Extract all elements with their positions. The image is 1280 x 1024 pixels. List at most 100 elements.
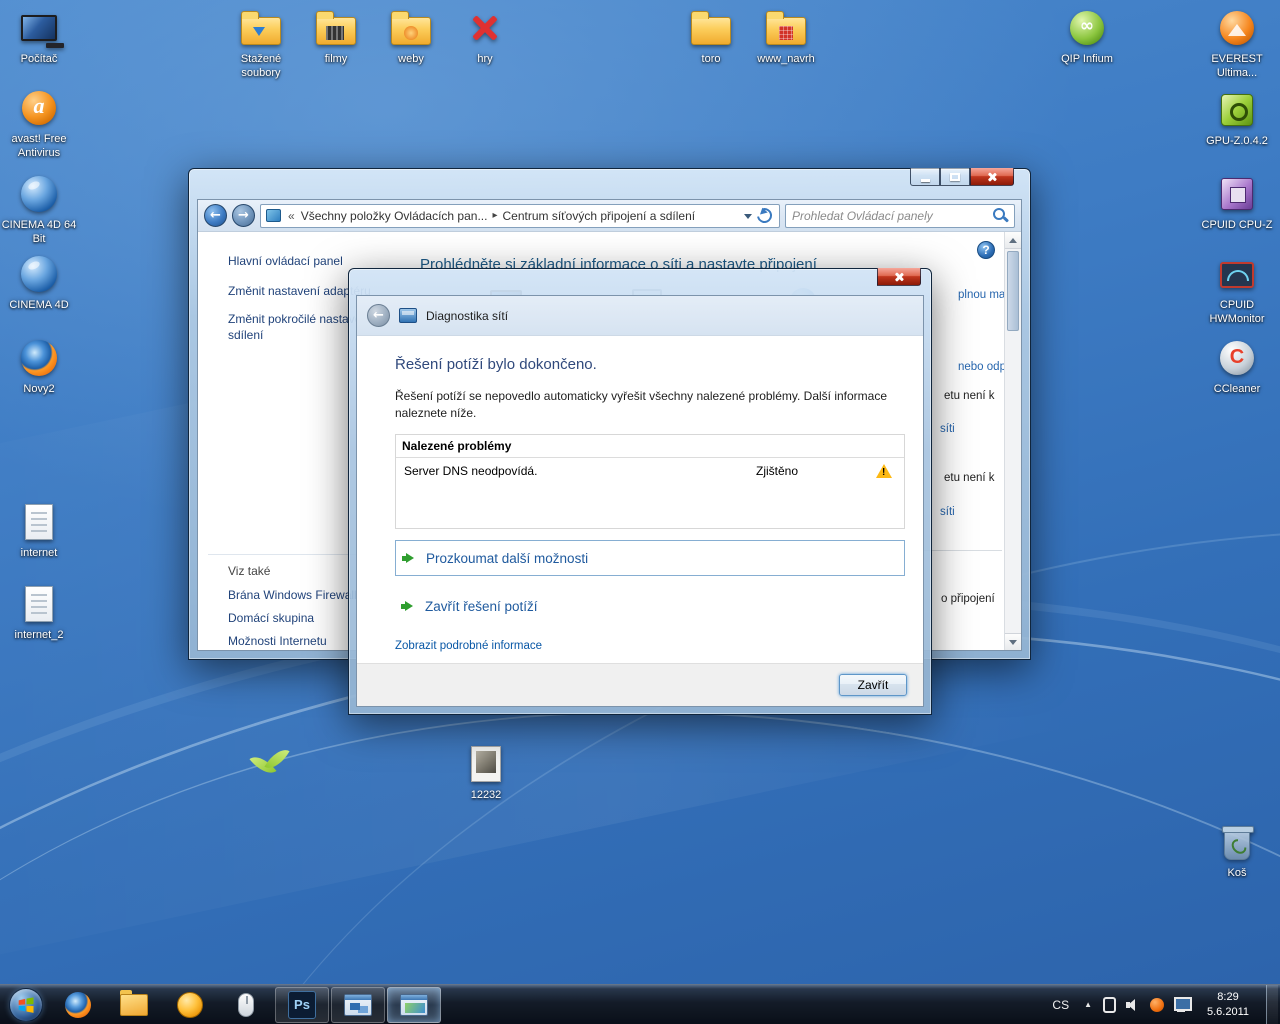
taskbar-button-network-window[interactable]: [331, 987, 385, 1023]
explorer-titlebar[interactable]: [197, 169, 1022, 199]
desktop-icon-label: filmy: [298, 53, 374, 67]
refresh-icon[interactable]: [754, 205, 775, 226]
tray-volume-icon[interactable]: [1126, 998, 1140, 1012]
taskbar-buttons: Ps: [0, 985, 442, 1024]
sidebar-item-control-panel-home[interactable]: Hlavní ovládací panel: [228, 254, 343, 268]
folder-www-icon: [764, 6, 808, 50]
breadcrumb-separator-icon[interactable]: ▸: [490, 210, 499, 221]
breadcrumb-root[interactable]: Všechny položky Ovládacích pan...: [298, 209, 491, 223]
link-fragment-connect-disconnect[interactable]: nebo odpojit: [958, 361, 1004, 373]
taskbar-button-diagnostics-window[interactable]: [387, 987, 441, 1023]
forward-button[interactable]: [232, 204, 255, 227]
close-button[interactable]: [970, 168, 1014, 186]
desktop-icon-cpu-z[interactable]: CPUID CPU-Z: [1199, 172, 1275, 233]
avast-icon: [17, 86, 61, 130]
dialog-back-button[interactable]: ←: [367, 304, 390, 327]
firefox-icon: [17, 336, 61, 380]
network-diagnostics-icon: [399, 308, 417, 323]
breadcrumb-overflow-chevron[interactable]: «: [288, 209, 295, 223]
desktop-icon-everest[interactable]: EVEREST Ultima...: [1199, 6, 1275, 81]
desktop-icon-cinema4d[interactable]: CINEMA 4D: [1, 252, 77, 313]
table-row[interactable]: Server DNS neodpovídá. Zjištěno: [396, 458, 904, 484]
breadcrumb-current[interactable]: Centrum síťových připojení a sdílení: [500, 209, 699, 223]
dialog-footer: Zavřít: [357, 663, 923, 706]
show-hidden-icons-button[interactable]: ▲: [1082, 998, 1094, 1011]
close-troubleshooter-command[interactable]: Zavřít řešení potíží: [395, 588, 905, 624]
system-tray: CS ▲ 8:29 5.6.2011: [1048, 985, 1280, 1024]
desktop-icon-label: Koš: [1199, 867, 1275, 881]
taskbar-button-explorer[interactable]: [107, 987, 161, 1023]
date: 5.6.2011: [1205, 1005, 1251, 1019]
desktop-icon-12232[interactable]: 12232: [448, 742, 524, 803]
desktop-icon-qip-infium[interactable]: QIP Infium: [1049, 6, 1125, 67]
taskbar-button-photoshop[interactable]: Ps: [275, 987, 329, 1023]
desktop-icon-internet-2[interactable]: internet_2: [1, 582, 77, 643]
address-dropdown-icon[interactable]: [741, 209, 755, 223]
desktop-icon-label: hry: [447, 53, 523, 67]
folder-dl-icon: [239, 6, 283, 50]
search-icon[interactable]: [993, 208, 1008, 223]
problems-table: Nalezené problémy Server DNS neodpovídá.…: [395, 434, 905, 529]
back-arrow-icon: ←: [373, 309, 384, 322]
help-icon[interactable]: ?: [977, 241, 995, 259]
clock[interactable]: 8:29 5.6.2011: [1199, 990, 1257, 1019]
maximize-button[interactable]: [940, 168, 970, 186]
desktop-icon-label: EVEREST Ultima...: [1199, 53, 1275, 81]
desktop-icon-weby[interactable]: weby: [373, 6, 449, 67]
desktop-icon-cinema4d-64[interactable]: CINEMA 4D 64 Bit: [1, 172, 77, 247]
minimize-button[interactable]: [910, 168, 940, 186]
search-placeholder: Prohledat Ovládací panely: [792, 209, 993, 223]
taskbar-button-amsn[interactable]: [163, 987, 217, 1023]
tray-network-icon[interactable]: [1174, 997, 1190, 1012]
link-fragment-network-connection[interactable]: síti: [940, 506, 955, 518]
close-dialog-button[interactable]: Zavřít: [839, 674, 907, 696]
taskbar-button-firefox[interactable]: [51, 987, 105, 1023]
problem-name: Server DNS neodpovídá.: [404, 464, 756, 478]
folder-web-icon: [389, 6, 433, 50]
desktop-icon-www-navrh[interactable]: www_navrh: [748, 6, 824, 67]
tray-device-icon[interactable]: [1103, 997, 1116, 1013]
language-indicator[interactable]: CS: [1048, 996, 1073, 1014]
network-diagnostics-dialog: ← Diagnostika sítí Řešení potíží bylo do…: [348, 268, 932, 715]
hry-icon: [463, 6, 507, 50]
computer-icon: [17, 6, 61, 50]
desktop-icon-internet[interactable]: internet: [1, 500, 77, 561]
desktop-icon-label: CINEMA 4D 64 Bit: [1, 219, 77, 247]
scroll-down-icon[interactable]: [1005, 633, 1021, 650]
desktop-icon-toro[interactable]: toro: [673, 6, 749, 67]
back-button[interactable]: [204, 204, 227, 227]
breadcrumb[interactable]: « Všechny položky Ovládacích pan... ▸ Ce…: [260, 204, 780, 228]
dialog-title: Diagnostika sítí: [426, 309, 508, 323]
link-fragment-network-connection[interactable]: síti: [940, 423, 955, 435]
command-label: Prozkoumat další možnosti: [426, 551, 588, 566]
show-desktop-button[interactable]: [1266, 985, 1278, 1024]
taskbar-button-start[interactable]: [3, 987, 49, 1023]
desktop-icon-novy2[interactable]: Novy2: [1, 336, 77, 397]
desktop-icon-ccleaner[interactable]: CCleaner: [1199, 336, 1275, 397]
desktop-icon-stazene-soubory[interactable]: Stažené soubory: [223, 6, 299, 81]
scrollbar-thumb[interactable]: [1007, 251, 1019, 331]
desktop-icon-kos[interactable]: Koš: [1199, 820, 1275, 881]
link-fragment-full-map[interactable]: plnou mapu: [958, 289, 1004, 301]
desktop-icon-label: www_navrh: [748, 53, 824, 67]
folder-film-icon: [314, 6, 358, 50]
close-icon: [986, 171, 998, 183]
scroll-up-icon[interactable]: [1005, 232, 1021, 249]
back-arrow-icon: [210, 209, 221, 222]
taskbar-button-mouse[interactable]: [219, 987, 273, 1023]
view-detailed-info-link[interactable]: Zobrazit podrobné informace: [395, 640, 542, 652]
scrollbar[interactable]: [1004, 232, 1021, 650]
desktop-icon-avast[interactable]: avast! Free Antivirus: [1, 86, 77, 161]
desktop-icon-hwmonitor[interactable]: CPUID HWMonitor: [1199, 252, 1275, 327]
photo-icon: [464, 742, 508, 786]
desktop-icon-pocitac[interactable]: Počítač: [1, 6, 77, 67]
desktop-icon-filmy[interactable]: filmy: [298, 6, 374, 67]
tray-avast-icon[interactable]: [1150, 998, 1164, 1012]
desktop-icon-hry[interactable]: hry: [447, 6, 523, 67]
cinema-icon: [17, 252, 61, 296]
dialog-close-button[interactable]: [877, 268, 921, 286]
desktop-icon-gpu-z[interactable]: GPU-Z.0.4.2: [1199, 88, 1275, 149]
explore-additional-options-command[interactable]: Prozkoumat další možnosti: [395, 540, 905, 576]
search-box[interactable]: Prohledat Ovládací panely: [785, 204, 1015, 228]
desktop-icon-label: toro: [673, 53, 749, 67]
